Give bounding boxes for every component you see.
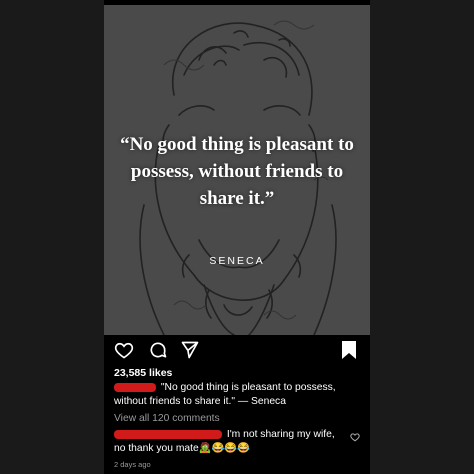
- left-gutter: [0, 0, 104, 474]
- comment: I'm not sharing my wife, no thank you ma…: [114, 428, 346, 456]
- redacted-username: [114, 429, 222, 439]
- caption: "No good thing is pleasant to possess, w…: [114, 381, 360, 409]
- quote-text: “No good thing is pleasant to possess, w…: [120, 134, 354, 209]
- post-card: “No good thing is pleasant to possess, w…: [104, 0, 370, 474]
- heart-outline-small-icon[interactable]: [350, 429, 360, 447]
- comment-bubble-icon[interactable]: [148, 340, 168, 365]
- redacted-username: [114, 382, 156, 392]
- heart-outline-icon[interactable]: [114, 340, 134, 365]
- post-date: 2 days ago: [114, 460, 151, 469]
- paper-plane-icon[interactable]: [180, 340, 200, 365]
- quote-author: SENECA: [209, 255, 265, 267]
- action-bar: [104, 340, 370, 362]
- post-image[interactable]: “No good thing is pleasant to possess, w…: [104, 5, 370, 335]
- bookmark-filled-icon[interactable]: [340, 340, 358, 365]
- view-all-comments-link[interactable]: View all 120 comments: [114, 413, 220, 424]
- likes-count[interactable]: 23,585 likes: [114, 367, 172, 379]
- right-gutter: [370, 0, 474, 474]
